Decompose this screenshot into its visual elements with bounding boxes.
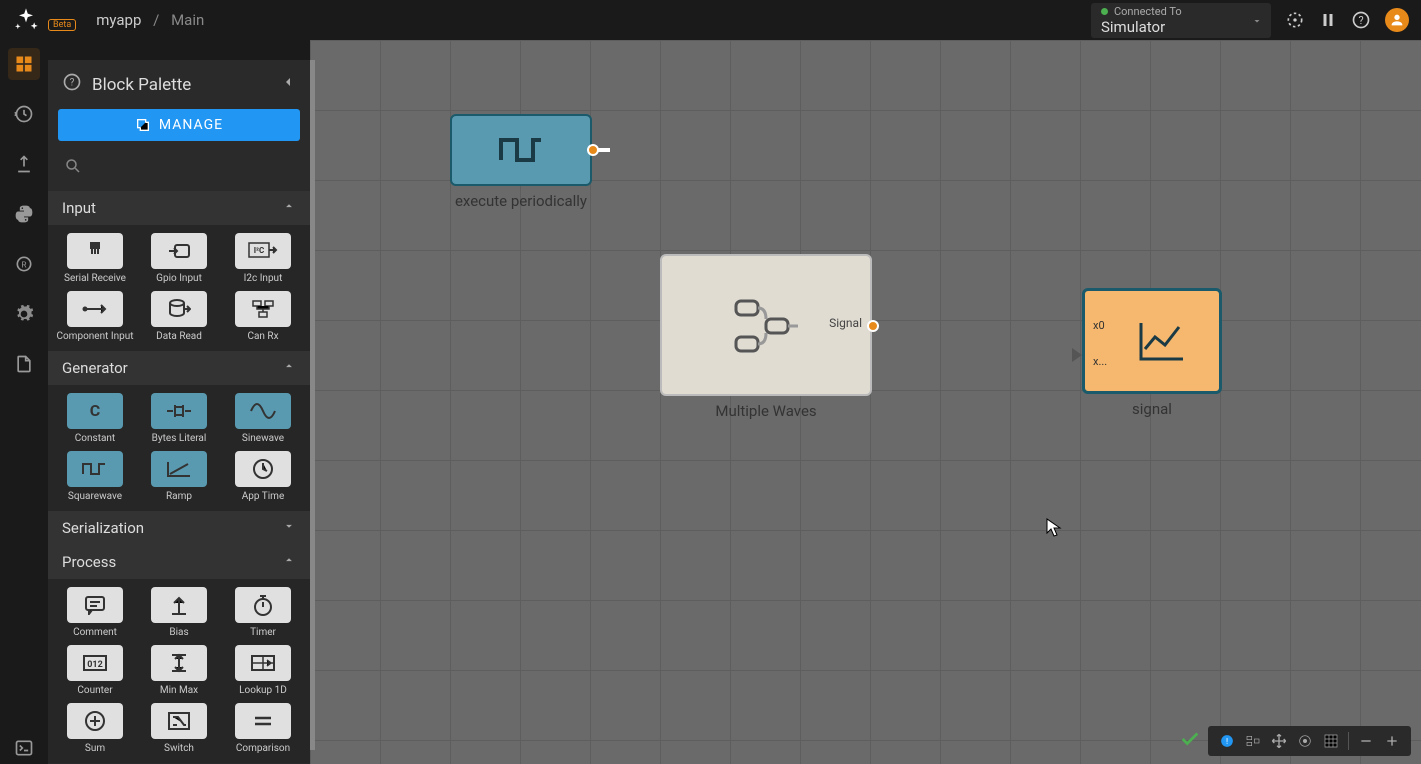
svg-text:012: 012 <box>87 660 103 670</box>
svg-text:I²C: I²C <box>254 246 265 255</box>
palette-item-bytes-literal[interactable]: Bytes Literal <box>140 393 218 445</box>
squarewave-icon <box>497 130 545 170</box>
sidebar-file-icon[interactable] <box>8 348 40 380</box>
zoom-in-icon[interactable] <box>1379 730 1405 752</box>
input-label-x0: x0 <box>1093 319 1105 332</box>
zoom-out-icon[interactable] <box>1353 730 1379 752</box>
connection-label: Connected To <box>1114 5 1182 18</box>
app-logo[interactable]: Beta <box>12 6 76 34</box>
user-avatar[interactable] <box>1385 8 1409 32</box>
palette-item-sum[interactable]: Sum <box>56 703 134 755</box>
palette-item-squarewave[interactable]: Squarewave <box>56 451 134 503</box>
node-multiple-waves[interactable]: Signal Multiple Waves <box>660 254 872 420</box>
palette-item-serial-receive[interactable]: Serial Receive <box>56 233 134 285</box>
palette-item-counter[interactable]: 012Counter <box>56 645 134 697</box>
svg-text:!: ! <box>1226 736 1228 746</box>
palette-item-bias[interactable]: Bias <box>140 587 218 639</box>
search-icon <box>64 157 82 175</box>
node-label: Multiple Waves <box>660 402 872 420</box>
breadcrumb-sep: / <box>153 11 159 29</box>
help-circle-icon[interactable]: ? <box>62 72 82 97</box>
target-icon[interactable] <box>1285 10 1305 30</box>
output-port-signal[interactable] <box>867 320 879 332</box>
palette-item-component-input[interactable]: Component Input <box>56 291 134 343</box>
manage-icon <box>135 117 151 133</box>
breadcrumb: myapp / Main <box>96 11 204 29</box>
connection-selector[interactable]: Connected To Simulator <box>1091 3 1271 38</box>
palette-category-serialization[interactable]: Serialization <box>48 511 310 545</box>
svg-text:?: ? <box>1358 14 1363 27</box>
port-label: Signal <box>829 316 862 330</box>
palette-category-generator[interactable]: Generator <box>48 351 310 385</box>
flow-canvas[interactable]: execute periodically Signal Multiple Wav… <box>310 40 1421 764</box>
node-signal[interactable]: x0 x... signal <box>1082 288 1222 418</box>
top-bar: Beta myapp / Main Connected To Simulator… <box>0 0 1421 40</box>
palette-item-min-max[interactable]: Min Max <box>140 645 218 697</box>
pause-icon[interactable] <box>1319 11 1337 29</box>
palette-category-process[interactable]: Process <box>48 545 310 579</box>
palette-title: Block Palette <box>92 75 191 95</box>
output-port[interactable] <box>587 144 599 156</box>
palette-item-data-read[interactable]: Data Read <box>140 291 218 343</box>
palette-item-app-time[interactable]: App Time <box>224 451 302 503</box>
info-icon[interactable]: ! <box>1214 730 1240 752</box>
sidebar-upload-icon[interactable] <box>8 148 40 180</box>
palette-item-ramp[interactable]: Ramp <box>140 451 218 503</box>
sidebar-blocks-icon[interactable] <box>8 48 40 80</box>
palette-item-timer[interactable]: Timer <box>224 587 302 639</box>
subgraph-icon <box>726 295 806 355</box>
palette-item-comparison[interactable]: Comparison <box>224 703 302 755</box>
panel-resize-handle[interactable] <box>310 60 315 750</box>
help-icon[interactable]: ? <box>1351 10 1371 30</box>
connection-value: Simulator <box>1101 18 1241 36</box>
validation-check-icon <box>1179 728 1201 754</box>
palette-item-constant[interactable]: CConstant <box>56 393 134 445</box>
move-icon[interactable] <box>1266 730 1292 752</box>
node-label: signal <box>1082 400 1222 418</box>
manage-label: MANAGE <box>159 117 223 133</box>
palette-item-gpio-input[interactable]: Gpio Input <box>140 233 218 285</box>
grid-toggle-icon[interactable] <box>1318 730 1344 752</box>
sidebar-python-icon[interactable] <box>8 198 40 230</box>
palette-item-comment[interactable]: Comment <box>56 587 134 639</box>
palette-item-switch[interactable]: Switch <box>140 703 218 755</box>
palette-item-can-rx[interactable]: Can Rx <box>224 291 302 343</box>
breadcrumb-app[interactable]: myapp <box>96 11 141 29</box>
canvas-toolbar: ! <box>1208 726 1411 756</box>
sidebar-settings-icon[interactable] <box>8 298 40 330</box>
svg-text:?: ? <box>70 77 75 88</box>
palette-search[interactable] <box>58 151 300 185</box>
breadcrumb-current[interactable]: Main <box>171 11 204 29</box>
collapse-panel-icon[interactable] <box>280 74 296 95</box>
chevron-down-icon <box>1251 15 1263 27</box>
beta-badge: Beta <box>48 19 76 31</box>
palette-item-i2c-input[interactable]: I²CI2c Input <box>224 233 302 285</box>
palette-item-sinewave[interactable]: Sinewave <box>224 393 302 445</box>
block-palette-panel: ? Block Palette MANAGE Input Serial Recei… <box>48 60 310 764</box>
palette-category-input[interactable]: Input <box>48 191 310 225</box>
layout-icon[interactable] <box>1240 730 1266 752</box>
chart-icon <box>1137 319 1187 363</box>
connection-status-dot <box>1101 8 1108 15</box>
node-execute-periodically[interactable]: execute periodically <box>450 114 592 210</box>
left-sidebar: R <box>0 40 48 764</box>
sidebar-rust-icon[interactable]: R <box>8 248 40 280</box>
sidebar-terminal-icon[interactable] <box>8 732 40 764</box>
focus-icon[interactable] <box>1292 730 1318 752</box>
input-port-arrow[interactable] <box>1072 348 1084 362</box>
manage-button[interactable]: MANAGE <box>58 109 300 141</box>
node-label: execute periodically <box>450 192 592 210</box>
svg-text:R: R <box>21 260 26 270</box>
svg-text:C: C <box>90 401 100 420</box>
sidebar-history-icon[interactable] <box>8 98 40 130</box>
palette-item-lookup-1d[interactable]: Lookup 1D <box>224 645 302 697</box>
input-label-x1: x... <box>1093 355 1107 368</box>
